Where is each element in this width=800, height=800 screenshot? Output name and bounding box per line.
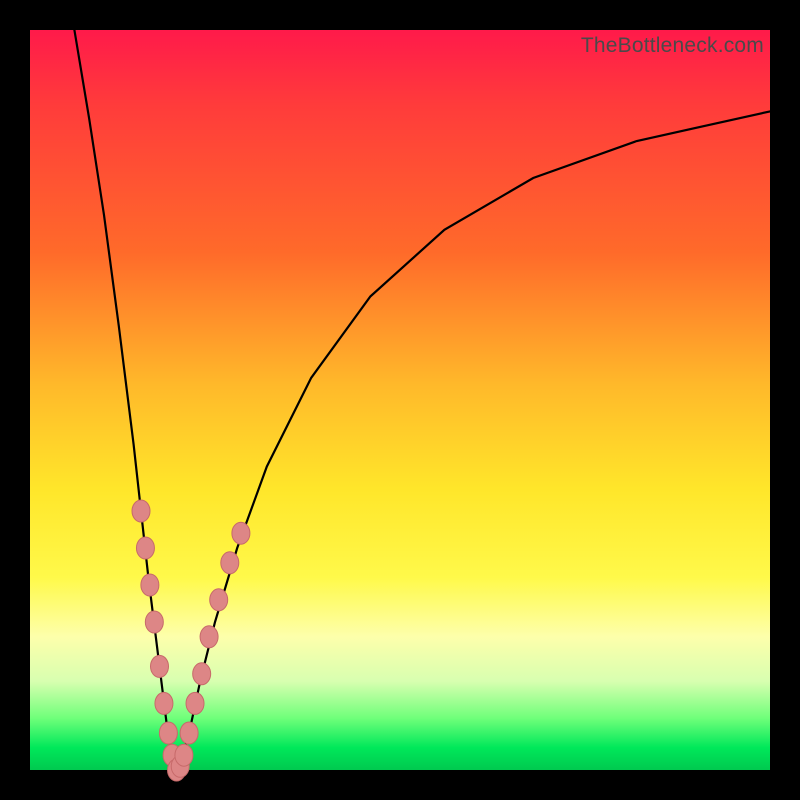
marker-dot <box>151 655 169 677</box>
marker-dot <box>141 574 159 596</box>
marker-dot <box>200 626 218 648</box>
right-branch-line <box>177 111 770 770</box>
marker-dot <box>193 663 211 685</box>
plot-area: TheBottleneck.com <box>30 30 770 770</box>
marker-dot <box>186 692 204 714</box>
marker-dot <box>175 744 193 766</box>
marker-dot <box>180 722 198 744</box>
marker-dot <box>210 589 228 611</box>
marker-dot <box>132 500 150 522</box>
chart-svg <box>30 30 770 770</box>
curve-group <box>74 30 770 770</box>
marker-group <box>132 500 250 781</box>
marker-dot <box>155 692 173 714</box>
marker-dot <box>232 522 250 544</box>
marker-dot <box>221 552 239 574</box>
chart-frame: TheBottleneck.com <box>0 0 800 800</box>
marker-dot <box>145 611 163 633</box>
marker-dot <box>136 537 154 559</box>
marker-dot <box>159 722 177 744</box>
